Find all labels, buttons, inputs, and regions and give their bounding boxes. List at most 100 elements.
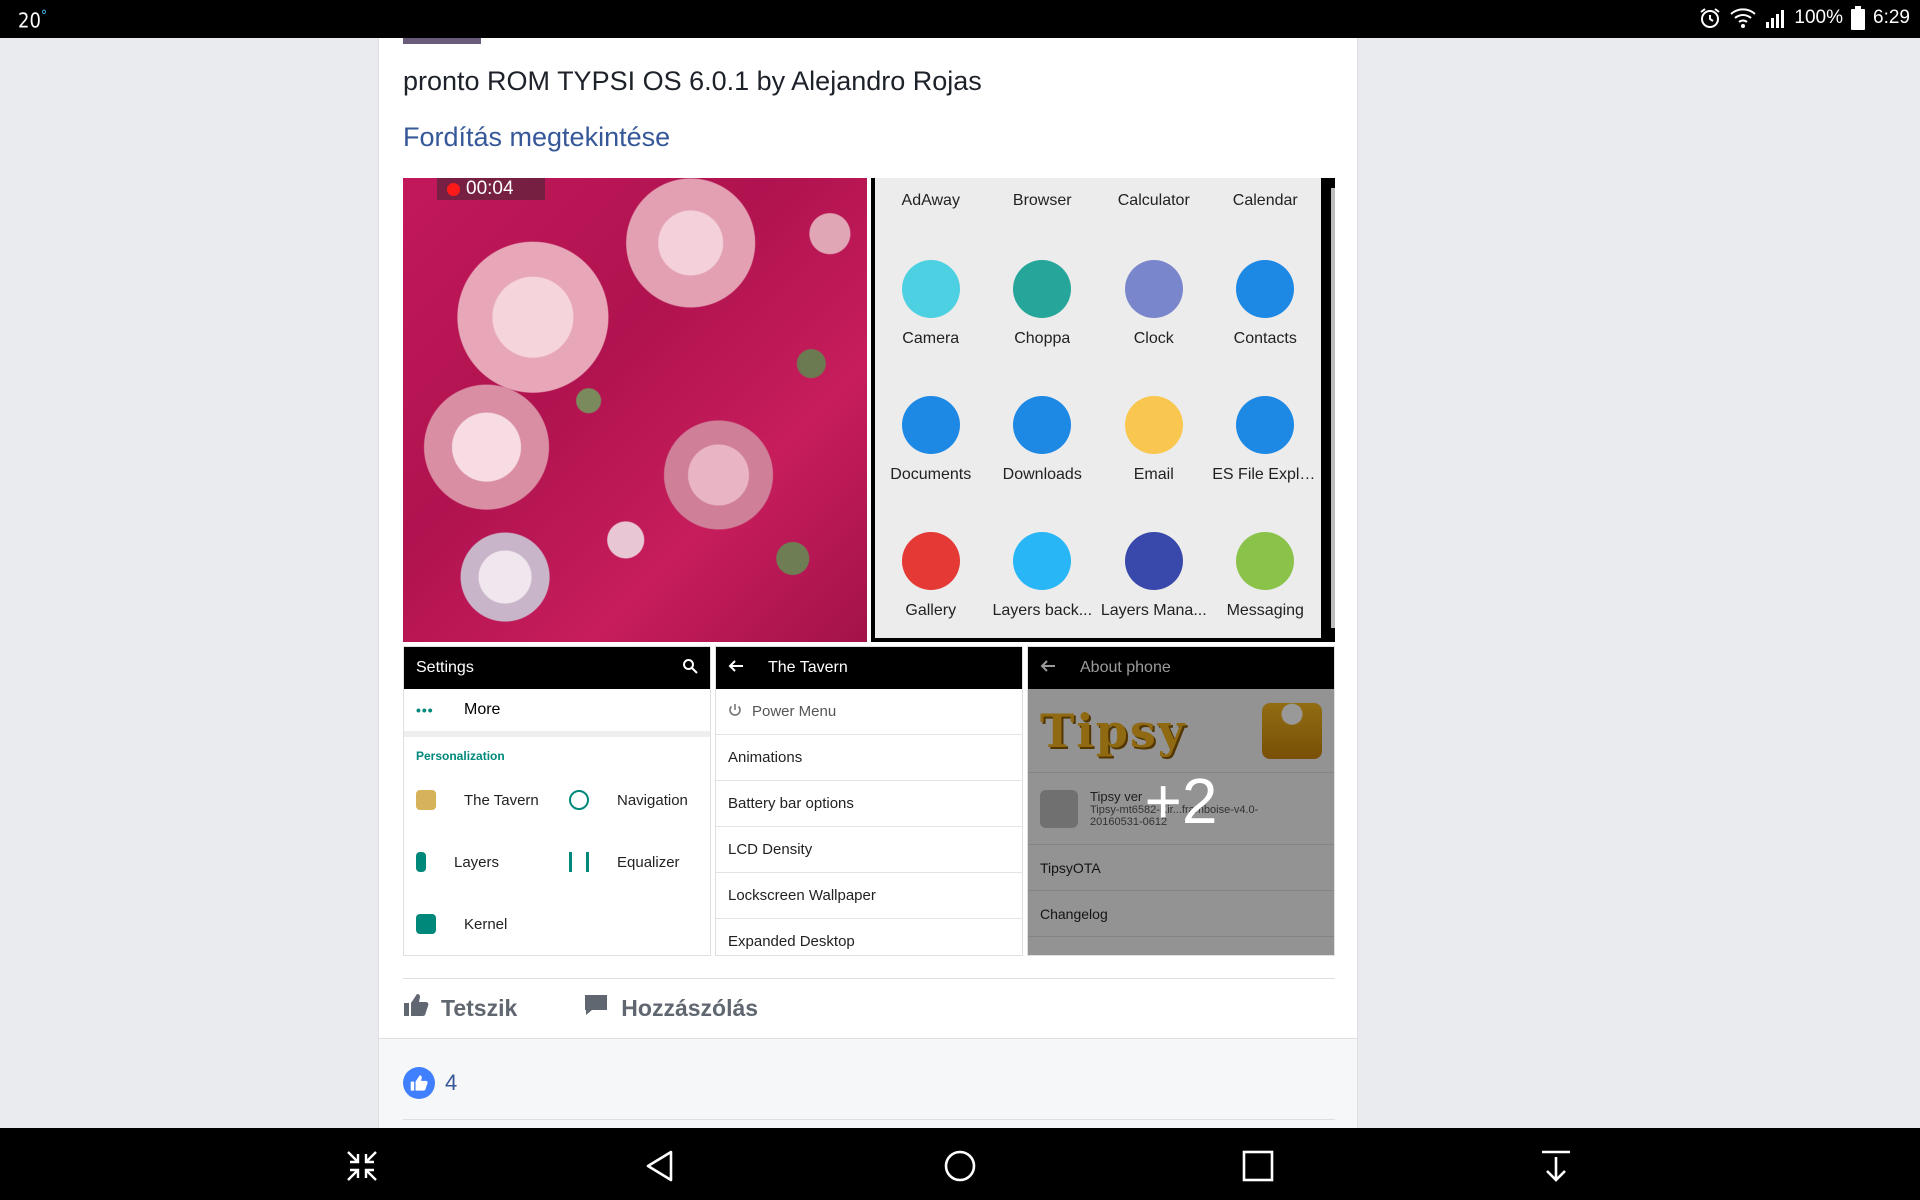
settings-item-the-tavern: The Tavern [404, 769, 557, 831]
app-label: ES File Explo... [1212, 466, 1319, 483]
tavern-row: Battery bar options [716, 781, 1022, 827]
download-arrow-icon[interactable] [1536, 1146, 1576, 1186]
app-item: Downloads [987, 358, 1099, 494]
more-photos-overlay[interactable]: +2 [1028, 647, 1334, 955]
like-count[interactable]: 4 [403, 1067, 457, 1099]
media-grid: 00:04 AdAway Browser Calculator Calendar Ca… [403, 178, 1335, 956]
post-text: pronto ROM TYPSI OS 6.0.1 by Alejandro R… [403, 66, 982, 96]
app-drawer-label: Calculator [1117, 192, 1190, 209]
settings-item-kernel: Kernel [404, 893, 557, 955]
post-card: pronto ROM TYPSI OS 6.0.1 by Alejandro R… [378, 38, 1358, 1128]
alarm-icon [1698, 6, 1722, 30]
recents-button-icon[interactable] [1238, 1146, 1278, 1186]
post-actions: Tetszik Hozzászólás [403, 992, 758, 1024]
app-drawer-label: Browser [1012, 192, 1072, 209]
previous-post-thumbnail [403, 38, 481, 44]
app-drawer-label: Calendar [1232, 192, 1298, 209]
tavern-title: The Tavern [768, 659, 848, 676]
settings-item-label: Layers [454, 853, 500, 871]
settings-screenshot[interactable]: Settings ••• More Personalization The Ta… [403, 646, 711, 956]
tavern-screenshot[interactable]: The Tavern Power Menu Animations Battery… [715, 646, 1023, 956]
app-item: Email [1098, 358, 1210, 494]
app-drawer-screenshot[interactable]: AdAway Browser Calculator Calendar Camera Ch… [871, 178, 1335, 642]
settings-item-equalizer: Equalizer [557, 831, 710, 893]
like-reaction-icon [403, 1067, 435, 1099]
comment-button[interactable]: Hozzászólás [583, 992, 758, 1024]
layers-icon [416, 852, 426, 872]
drawer-scrollbar [1331, 188, 1335, 628]
app-item: Camera [875, 222, 987, 358]
app-icon [901, 532, 960, 590]
see-translation-link[interactable]: Fordítás megtekintése [403, 122, 670, 153]
settings-toolbar: Settings [404, 647, 710, 689]
equalizer-icon [569, 852, 589, 872]
app-icon [1013, 396, 1072, 454]
settings-title: Settings [416, 659, 474, 676]
app-item: Documents [875, 358, 987, 494]
app-label: Camera [902, 330, 960, 347]
power-icon [728, 703, 742, 721]
app-label: Email [1133, 466, 1174, 483]
wifi-icon [1730, 7, 1757, 29]
app-item: Clock [1098, 222, 1210, 358]
app-drawer-label: AdAway [901, 192, 960, 209]
settings-item-navigation: Navigation [557, 769, 710, 831]
like-label: Tetszik [441, 994, 518, 1021]
app-item: Gallery [875, 494, 987, 630]
app-item: Choppa [987, 222, 1099, 358]
app-label: Downloads [1002, 466, 1082, 483]
more-photos-count: +2 [1144, 765, 1218, 837]
settings-item-label: Navigation [617, 791, 688, 809]
battery-percent: 100% [1794, 7, 1844, 28]
battery-icon [1851, 6, 1866, 30]
video-thumbnail[interactable]: 00:04 [403, 178, 867, 642]
clock-time: 6:29 [1873, 7, 1910, 28]
app-icon [1124, 396, 1183, 454]
app-label: Choppa [1014, 330, 1071, 347]
search-icon [682, 658, 698, 679]
back-arrow-icon [728, 658, 768, 679]
collapse-icon[interactable] [342, 1146, 382, 1186]
app-icon [901, 396, 960, 454]
actions-divider [403, 978, 1335, 979]
settings-item-label: The Tavern [464, 791, 539, 809]
settings-item-layers: Layers [404, 831, 557, 893]
tavern-toolbar: The Tavern [716, 647, 1022, 689]
app-label: Layers back... [992, 602, 1093, 619]
back-button-icon[interactable] [640, 1146, 680, 1186]
app-drawer-top-row: AdAway Browser Calculator Calendar [875, 178, 1321, 222]
signal-icon [1764, 7, 1786, 29]
status-bar: 20° 100% 6:29 [0, 0, 1920, 38]
comment-icon [583, 992, 609, 1024]
app-label: Documents [890, 466, 972, 483]
app-item: Layers back... [987, 494, 1099, 630]
like-button[interactable]: Tetszik [403, 992, 517, 1024]
about-phone-screenshot[interactable]: About phone Tipsy Tipsy ver Tipsy-mt6582… [1027, 646, 1335, 956]
reactions-bar: 4 [379, 1038, 1357, 1128]
thumbs-up-icon [403, 992, 429, 1024]
tavern-row: Animations [716, 735, 1022, 781]
app-drawer: AdAway Browser Calculator Calendar Camera Ch… [875, 178, 1321, 638]
record-dot-icon [447, 182, 460, 196]
home-button-icon[interactable] [940, 1146, 980, 1186]
app-item: Contacts [1210, 222, 1322, 358]
app-item: Messaging [1210, 494, 1322, 630]
app-icon [1124, 260, 1183, 318]
settings-more-row: ••• More [404, 689, 710, 737]
app-icon [901, 260, 960, 318]
personalization-header: Personalization [416, 749, 505, 763]
app-item: ES File Explo... [1210, 358, 1322, 494]
app-drawer-grid: Camera Choppa Clock Contacts Documents Downlo… [875, 222, 1321, 630]
reactions-divider [403, 1119, 1335, 1120]
tavern-row: Expanded Desktop [716, 919, 1022, 955]
settings-item-label: Kernel [464, 915, 508, 933]
app-icon [1236, 396, 1295, 454]
recording-timer: 00:04 [437, 178, 545, 200]
navigation-icon [569, 790, 589, 810]
video-timer-text: 00:04 [466, 178, 514, 199]
comment-label: Hozzászólás [621, 994, 759, 1021]
app-icon [1124, 532, 1183, 590]
app-label: Clock [1133, 330, 1174, 347]
app-item: Layers Mana... [1098, 494, 1210, 630]
status-icons: 100% 6:29 [1698, 6, 1910, 30]
